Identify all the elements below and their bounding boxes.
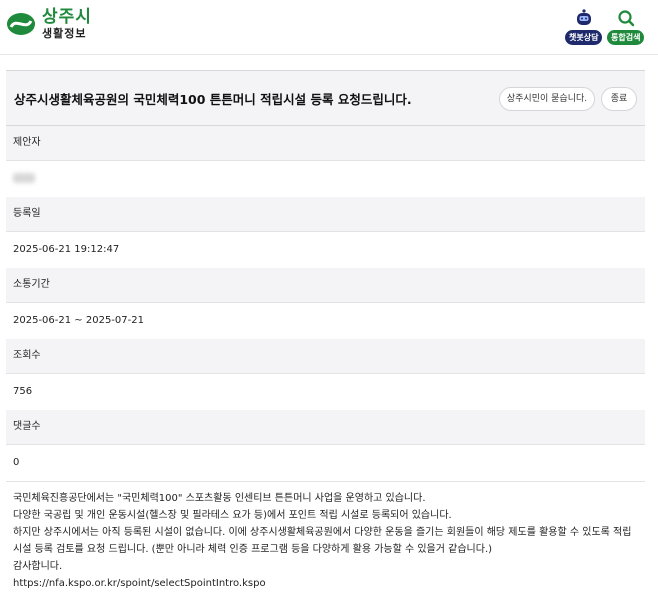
chatbot-label: 챗봇상담 <box>565 30 603 45</box>
search-label: 통합검색 <box>607 30 645 45</box>
sangju-logo-icon <box>7 13 35 35</box>
content-line: 하지만 상주시에서는 아직 등록된 시설이 없습니다. 이에 상주시생활체육공원… <box>13 527 632 555</box>
content-line: 다양한 국공립 및 개인 운동시설(헬스장 및 필라테스 요가 등)에서 포인트… <box>13 510 452 521</box>
proposal-post: 상주시생활체육공원의 국민체력100 튼튼머니 적립시설 등록 요청드립니다. … <box>6 70 645 600</box>
period-label: 소통기간 <box>6 268 645 303</box>
registered-date-label: 등록일 <box>6 197 645 232</box>
comments-value: 0 <box>6 445 645 481</box>
period-value: 2025-06-21 ~ 2025-07-21 <box>6 303 645 339</box>
reference-link[interactable]: https://nfa.kspo.or.kr/spoint/selectSpoi… <box>13 575 638 592</box>
chatbot-button[interactable]: 챗봇상담 <box>565 8 603 45</box>
proposer-value <box>6 161 645 197</box>
content-line: 감사합니다. <box>13 561 63 572</box>
integrated-search-button[interactable]: 통합검색 <box>607 8 645 45</box>
views-label: 조회수 <box>6 339 645 374</box>
site-logo[interactable]: 상주시 생활정보 <box>6 9 92 39</box>
content-line: 국민체육진흥공단에서는 "국민체력100" 스포츠활동 인센티브 튼튼머니 사업… <box>13 493 426 504</box>
site-header: 상주시 생활정보 챗봇상담 통합검색 <box>0 0 658 55</box>
status-closed-button[interactable]: 종료 <box>601 87 637 111</box>
robot-icon <box>576 9 591 25</box>
comments-label: 댓글수 <box>6 410 645 445</box>
proposer-label: 제안자 <box>6 126 645 161</box>
ask-citizen-button[interactable]: 상주시민이 묻습니다. <box>499 87 595 111</box>
brand-title: 상주시 <box>42 7 92 27</box>
search-icon <box>618 10 634 27</box>
post-header: 상주시생활체육공원의 국민체력100 튼튼머니 적립시설 등록 요청드립니다. … <box>6 70 645 126</box>
post-content: 국민체육진흥공단에서는 "국민체력100" 스포츠활동 인센티브 튼튼머니 사업… <box>6 481 645 600</box>
registered-date-value: 2025-06-21 19:12:47 <box>6 232 645 268</box>
brand-subtitle: 생활정보 <box>42 27 87 40</box>
views-value: 756 <box>6 374 645 410</box>
post-title: 상주시생활체육공원의 국민체력100 튼튼머니 적립시설 등록 요청드립니다. <box>14 92 412 107</box>
blurred-name <box>13 173 35 183</box>
